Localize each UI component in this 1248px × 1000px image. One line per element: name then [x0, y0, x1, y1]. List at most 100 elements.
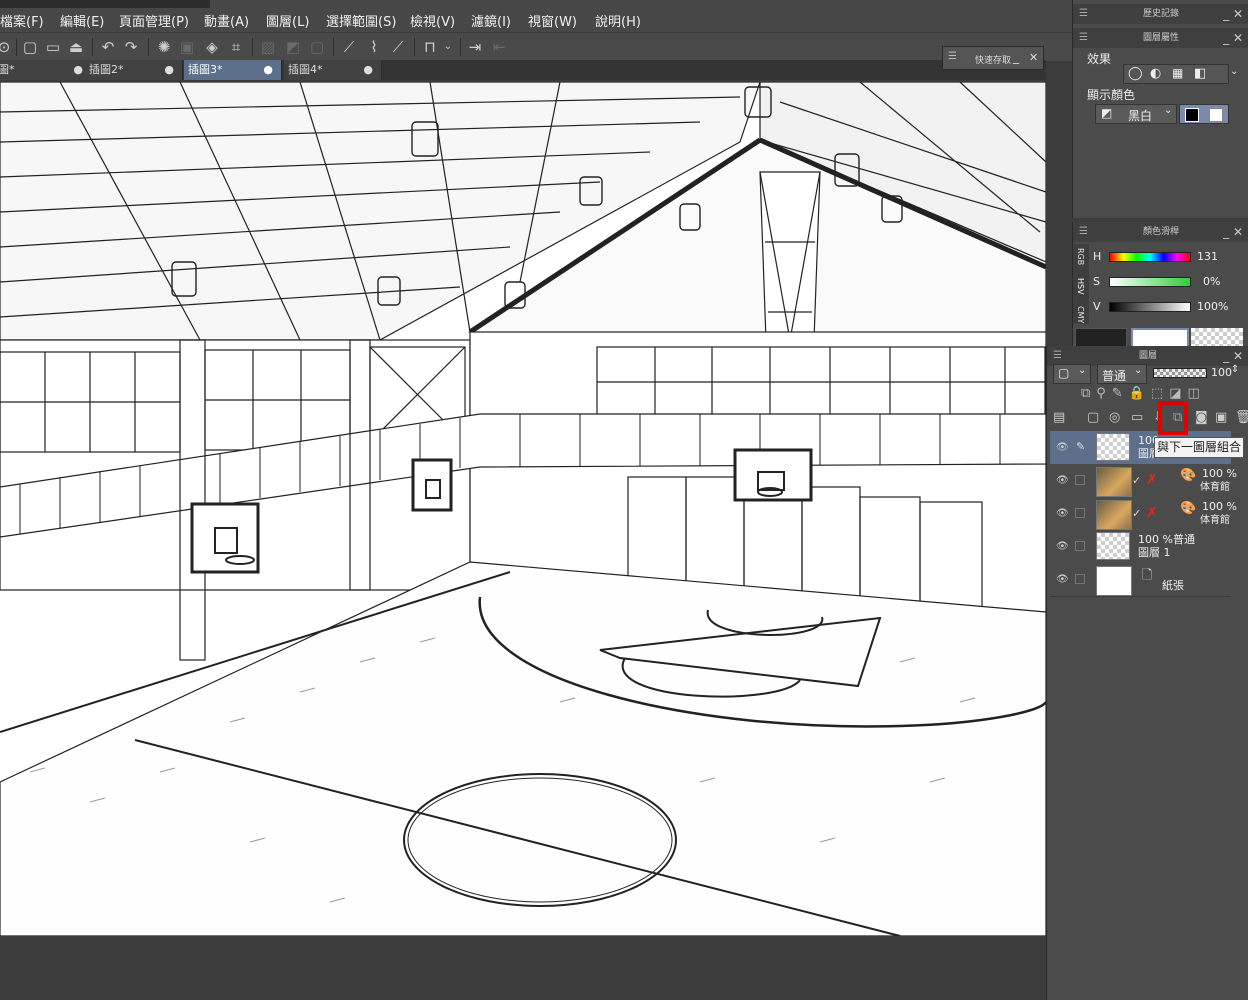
tab-document-4[interactable]: 插圖4* ●: [284, 60, 382, 80]
export-icon[interactable]: ⇥: [465, 37, 485, 57]
layer-checkbox[interactable]: [1075, 574, 1085, 584]
value-slider[interactable]: [1109, 302, 1191, 312]
new-folder-icon[interactable]: ▭: [1131, 410, 1143, 425]
selection-icon[interactable]: ▨: [258, 37, 278, 57]
brush-icon[interactable]: ⌇: [364, 37, 384, 57]
fill-icon[interactable]: ◈: [202, 37, 222, 57]
new-raster-layer-icon[interactable]: ▢: [1087, 410, 1099, 425]
chevron-down-icon[interactable]: ⌄: [1230, 66, 1238, 77]
eye-icon[interactable]: 👁: [1056, 475, 1069, 486]
transform-icon[interactable]: ⌗: [226, 37, 246, 57]
quick-access-panel[interactable]: ☰ 快速存取 _ ✕: [942, 46, 1044, 70]
draft-icon[interactable]: ✎: [1112, 386, 1129, 401]
tab-document-1[interactable]: 圖* ●: [0, 60, 92, 80]
eye-icon[interactable]: 👁: [1056, 541, 1069, 552]
lock-transparency-icon[interactable]: ⬚: [1151, 386, 1169, 401]
reference-icon[interactable]: ⚲: [1096, 386, 1112, 401]
tab-document-2[interactable]: 插圖2* ●: [85, 60, 183, 80]
menu-edit[interactable]: 編輯(E): [60, 11, 104, 30]
layer-checkbox[interactable]: [1075, 475, 1085, 485]
clear-icon[interactable]: ▣: [177, 37, 197, 57]
stepper-icon[interactable]: ⇕: [1231, 364, 1239, 375]
transparent-color-swatch[interactable]: [1191, 328, 1243, 346]
display-color-select[interactable]: ◩ 黑白 ⌄: [1095, 104, 1177, 124]
loading-icon[interactable]: ✺: [154, 37, 174, 57]
v-value[interactable]: 100%: [1197, 300, 1228, 313]
ruler-icon[interactable]: ◫: [1188, 386, 1206, 401]
new-file-icon[interactable]: ▢: [20, 37, 40, 57]
minimize-close-icon[interactable]: _ ✕: [1223, 222, 1243, 242]
perspective-icon[interactable]: ⊓: [420, 37, 440, 57]
tab-document-3[interactable]: 插圖3* ●: [184, 60, 282, 80]
layer-list-icon[interactable]: ▤: [1053, 410, 1065, 425]
layer-row[interactable]: 👁 ✓ ✗ 🎨 100 % 体育館: [1050, 464, 1237, 498]
layer-mask-icon[interactable]: ◙: [1195, 410, 1208, 425]
menu-filter[interactable]: 濾鏡(I): [471, 11, 511, 30]
grip-icon: ☰: [1079, 226, 1088, 237]
import-icon[interactable]: ⇤: [489, 37, 509, 57]
tab-cmy[interactable]: CMY: [1076, 306, 1085, 323]
h-value[interactable]: 131: [1197, 250, 1218, 263]
blend-mode-select[interactable]: 普通 ⌄: [1097, 364, 1147, 384]
border-effect-icon[interactable]: ◯: [1128, 66, 1143, 81]
layer-checkbox[interactable]: [1075, 508, 1085, 518]
save-icon[interactable]: ⏏: [66, 37, 86, 57]
unsaved-dot-icon: ●: [164, 63, 174, 76]
main-color-swatch[interactable]: [1075, 328, 1127, 348]
pen-icon[interactable]: ⟋: [388, 37, 408, 57]
eye-icon[interactable]: 👁: [1056, 442, 1069, 453]
opacity-slider[interactable]: [1153, 368, 1207, 378]
menu-page[interactable]: 頁面管理(P): [119, 11, 189, 30]
tone-effect-icon[interactable]: ▦: [1172, 66, 1183, 80]
layer-row[interactable]: 👁 100 %普通 圖層 1: [1050, 530, 1231, 564]
clipping-icon[interactable]: ⧉: [1081, 386, 1096, 401]
tab-rgb[interactable]: RGB: [1076, 248, 1085, 265]
layer-row[interactable]: 👁 ✓ ✗ 🎨 100 % 体育館: [1050, 497, 1237, 531]
chevron-down-icon[interactable]: ⌄: [438, 37, 458, 57]
deselect-icon[interactable]: ▢: [307, 37, 327, 57]
mask-icon[interactable]: ◪: [1169, 386, 1187, 401]
color-effect-icon[interactable]: ◧: [1194, 66, 1206, 81]
layer-name: 圖層 1: [1138, 546, 1171, 559]
apply-mask-icon[interactable]: ▣: [1215, 410, 1227, 425]
watercolor-effect-icon[interactable]: ◐: [1150, 66, 1161, 81]
layer-color-select[interactable]: ▢ ⌄: [1053, 364, 1091, 384]
eye-icon[interactable]: 👁: [1056, 508, 1069, 519]
menu-view[interactable]: 檢視(V): [410, 11, 455, 30]
saturation-slider[interactable]: [1109, 277, 1191, 287]
trash-icon[interactable]: 🗑: [1235, 410, 1248, 425]
menu-window[interactable]: 視窗(W): [528, 11, 577, 30]
new-vector-layer-icon[interactable]: ◎: [1109, 410, 1120, 425]
s-value[interactable]: 0%: [1203, 275, 1220, 288]
menu-selection[interactable]: 選擇範圍(S): [326, 11, 396, 30]
home-icon[interactable]: ⊙: [0, 37, 14, 57]
layer-name: 紙張: [1162, 579, 1184, 592]
separator: [16, 38, 17, 56]
layer-opacity: 100 %: [1202, 467, 1237, 480]
menu-help[interactable]: 說明(H): [595, 11, 641, 30]
menu-file[interactable]: 檔案(F): [0, 11, 44, 30]
menu-animation[interactable]: 動畫(A): [204, 11, 249, 30]
hue-slider[interactable]: [1109, 252, 1191, 262]
menu-layer[interactable]: 圖層(L): [266, 11, 309, 30]
minimize-close-icon[interactable]: _ ✕: [1223, 28, 1243, 48]
tab-hsv[interactable]: HSV: [1076, 278, 1085, 295]
minimize-close-icon[interactable]: _ ✕: [1223, 4, 1243, 24]
drawing-canvas[interactable]: [0, 82, 1046, 936]
minimize-icon[interactable]: _: [1013, 50, 1019, 64]
layer-checkbox[interactable]: [1075, 541, 1085, 551]
effect-buttons: ◯ ◐ ▦ ◧: [1123, 64, 1229, 84]
ruler-icon[interactable]: ⟋: [339, 37, 359, 57]
undo-icon[interactable]: ↶: [98, 37, 118, 57]
redo-icon[interactable]: ↷: [121, 37, 141, 57]
opacity-value[interactable]: 100: [1211, 366, 1232, 379]
invert-selection-icon[interactable]: ◩: [283, 37, 303, 57]
lock-icon[interactable]: 🔒: [1129, 386, 1151, 401]
minimize-close-icon[interactable]: _ ✕: [1223, 346, 1243, 366]
eye-icon[interactable]: 👁: [1056, 574, 1069, 585]
black-swatch[interactable]: [1185, 108, 1199, 122]
open-folder-icon[interactable]: ▭: [43, 37, 63, 57]
layer-row[interactable]: 👁 🗋 紙張: [1050, 563, 1231, 597]
white-swatch[interactable]: [1209, 108, 1223, 122]
close-icon[interactable]: ✕: [1029, 51, 1038, 64]
